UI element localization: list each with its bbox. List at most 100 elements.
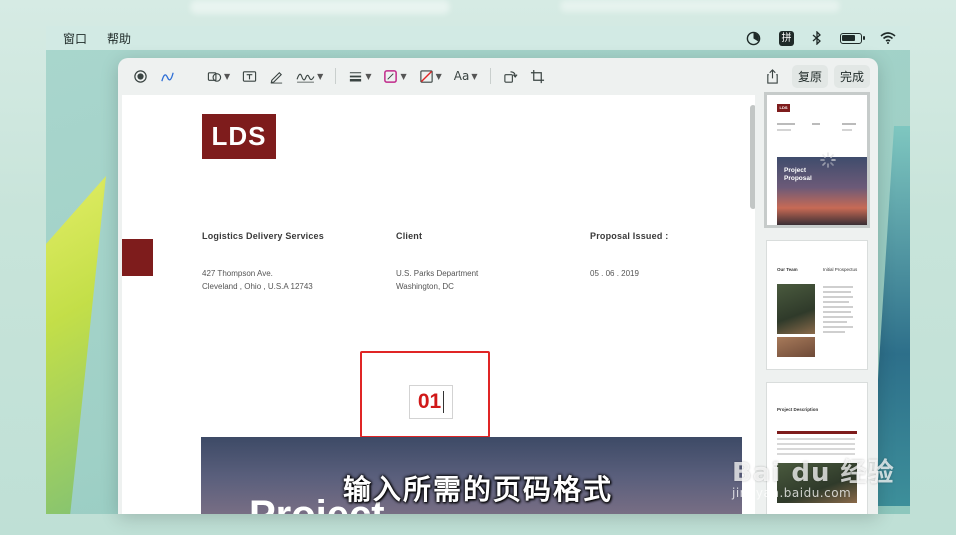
baidu-watermark: Bai du 经验 jingyan.baidu.com (732, 452, 895, 500)
loading-spinner-icon (820, 152, 836, 168)
preview-window: ▼ ▼ ▼ ▼ ▼ Aa ▼ 复原 完成 LDS Logistics Deliv… (118, 58, 878, 514)
toolbar-divider (187, 68, 195, 84)
text-cursor (443, 391, 445, 413)
sender-address-line: 427 Thompson Ave. (202, 269, 273, 278)
border-color-button[interactable]: ▼ (377, 65, 412, 87)
input-method-icon[interactable]: 拼 (779, 30, 794, 46)
thumbnail-heading: Our Team (777, 267, 798, 272)
page-number-value: 01 (417, 390, 442, 413)
thumbnail-photo (777, 337, 815, 357)
sender-heading: Logistics Delivery Services (202, 231, 324, 241)
line-weight-icon (350, 71, 362, 81)
wallpaper-streak (46, 176, 106, 514)
record-icon (134, 69, 147, 83)
issued-heading: Proposal Issued : (590, 231, 669, 241)
backdrop-highlight (560, 0, 840, 12)
thumbnail-text-line (823, 301, 849, 303)
highlight-button[interactable] (263, 65, 290, 87)
chevron-down-icon: ▼ (471, 71, 478, 81)
thumbnail-table-header (777, 431, 857, 434)
backdrop-highlight (190, 0, 450, 14)
menu-bar-status: 拼 (746, 30, 910, 46)
toggle-markup-button[interactable] (127, 65, 154, 87)
rotate-button[interactable] (497, 65, 524, 87)
thumbnail-text-line (777, 443, 855, 445)
page-thumbnail-2[interactable]: Our Team Initial Prospectus (767, 241, 867, 369)
thumbnail-text-line (823, 296, 853, 298)
document-page[interactable]: LDS Logistics Delivery Services 427 Thom… (122, 95, 755, 514)
sketch-icon (161, 72, 174, 81)
crop-button[interactable] (524, 65, 551, 87)
thumbnail-text-line (842, 123, 856, 125)
decorative-block (122, 239, 153, 276)
text-box-button[interactable] (236, 65, 263, 87)
chevron-down-icon: ▼ (400, 71, 407, 81)
thumbnail-text-line (777, 129, 791, 131)
shape-style-button[interactable]: ▼ (342, 65, 377, 87)
fill-color-icon (419, 69, 433, 83)
thumbnail-text-line (812, 123, 820, 125)
vertical-scrollbar[interactable] (750, 105, 755, 209)
share-button[interactable] (759, 65, 786, 87)
share-icon (767, 68, 778, 84)
signature-icon (296, 73, 315, 82)
company-logo: LDS (202, 114, 276, 159)
crop-icon (530, 69, 544, 83)
chevron-down-icon: ▼ (435, 71, 442, 81)
sender-address-line: Cleveland , Ohio , U.S.A 12743 (202, 282, 313, 291)
client-heading: Client (396, 231, 423, 241)
fill-color-button[interactable]: ▼ (413, 65, 448, 87)
screen-time-icon[interactable] (746, 31, 761, 46)
thumbnail-text-line (823, 326, 853, 328)
shapes-button[interactable]: ▼ (201, 65, 236, 87)
thumbnail-text-line (777, 123, 795, 125)
thumbnail-title: Project Proposal (784, 167, 812, 182)
client-line: U.S. Parks Department (396, 269, 479, 278)
chevron-down-icon: ▼ (317, 71, 324, 81)
wifi-icon[interactable] (880, 32, 896, 44)
chevron-down-icon: ▼ (365, 71, 372, 81)
thumbnail-photo (777, 284, 815, 334)
sender-column: Logistics Delivery Services 427 Thompson… (202, 231, 324, 293)
battery-icon[interactable] (840, 32, 865, 44)
thumbnail-heading: Initial Prospectus (823, 267, 858, 272)
sketch-button[interactable] (154, 65, 181, 87)
toolbar-right-group: 复原 完成 (759, 64, 878, 88)
watermark-main: Bai du 经验 (732, 458, 895, 488)
thumbnail-text-line (823, 306, 853, 308)
done-button[interactable]: 完成 (833, 64, 870, 88)
thumbnail-text-line (823, 331, 845, 333)
menu-window[interactable]: 窗口 (46, 30, 97, 47)
thumbnail-text-line (823, 316, 853, 318)
thumbnail-text-line (823, 291, 851, 293)
page-number-text-box[interactable]: 01 (409, 385, 453, 419)
client-line: Washington, DC (396, 282, 454, 291)
thumbnail-text-line (777, 438, 855, 440)
thumbnail-text-line (777, 448, 855, 450)
thumbnail-text-line (823, 311, 851, 313)
pen-icon (270, 71, 283, 84)
text-style-button[interactable]: Aa ▼ (448, 65, 484, 87)
thumbnail-text-line (823, 286, 853, 288)
bluetooth-icon[interactable] (812, 31, 822, 45)
toolbar-divider (489, 68, 491, 84)
menu-bar: 窗口 帮助 拼 (46, 26, 910, 50)
page-thumbnail-1[interactable]: LDS Project Proposal (767, 95, 867, 225)
sign-button[interactable]: ▼ (290, 65, 329, 87)
text-style-label: Aa (453, 69, 470, 83)
thumbnail-text-line (823, 321, 847, 323)
toolbar-divider (335, 68, 337, 84)
issued-column: Proposal Issued : 05 . 06 . 2019 (590, 231, 668, 280)
revert-button[interactable]: 复原 (791, 64, 828, 88)
border-color-icon (384, 69, 398, 83)
thumbnail-heading: Project Description (777, 407, 819, 412)
client-column: Client U.S. Parks Department Washington,… (396, 231, 478, 293)
text-box-icon (243, 70, 257, 82)
markup-toolbar: ▼ ▼ ▼ ▼ ▼ Aa ▼ 复原 完成 (118, 58, 878, 94)
thumbnail-logo: LDS (777, 104, 790, 112)
thumbnail-text-line (842, 129, 852, 131)
menu-help[interactable]: 帮助 (97, 30, 141, 47)
chevron-down-icon: ▼ (224, 71, 231, 81)
issued-date: 05 . 06 . 2019 (590, 269, 639, 278)
shapes-icon (207, 71, 222, 82)
